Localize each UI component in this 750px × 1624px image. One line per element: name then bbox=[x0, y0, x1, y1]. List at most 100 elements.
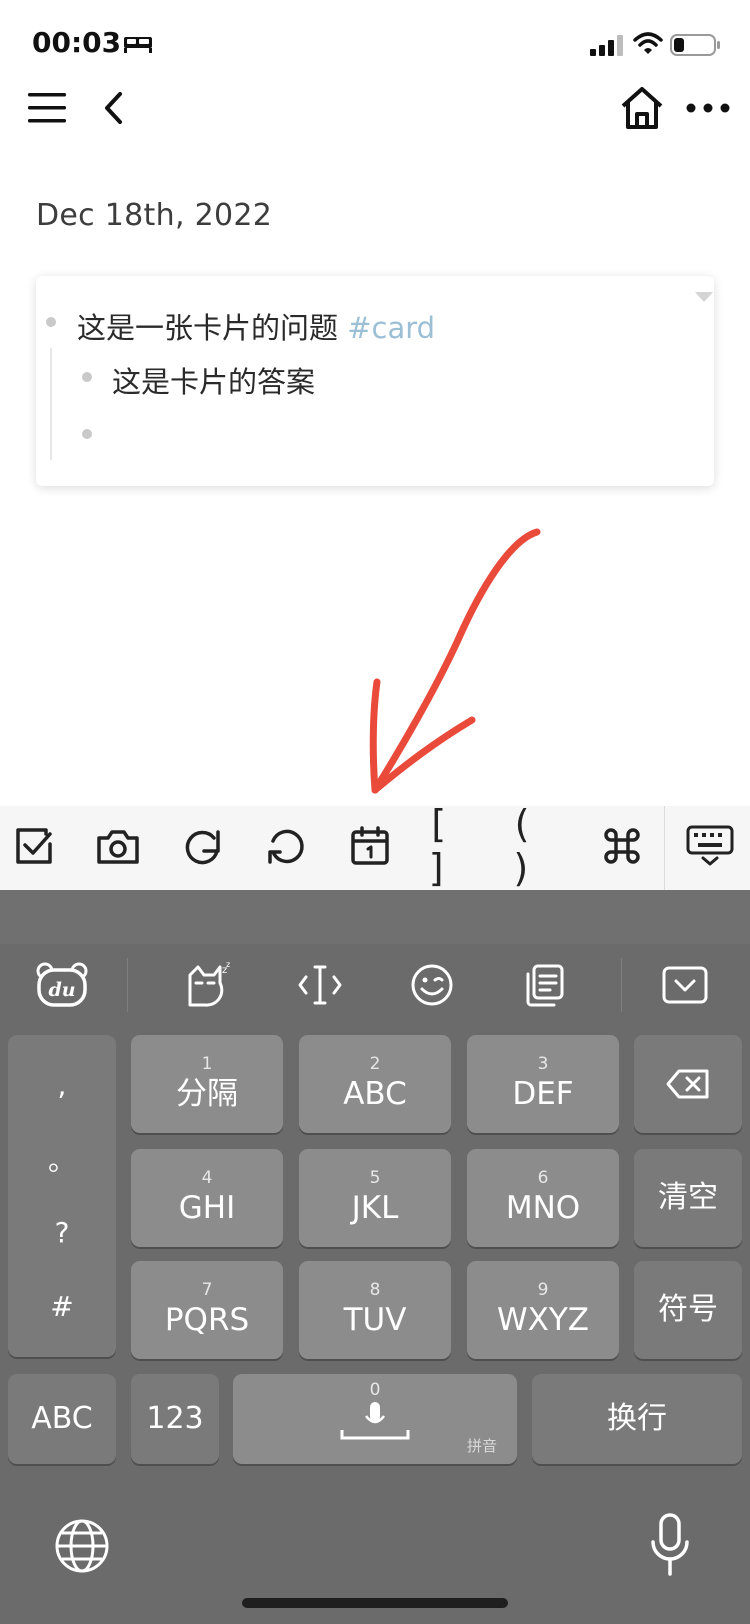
battery-icon bbox=[670, 34, 720, 56]
calendar-icon bbox=[351, 826, 389, 865]
key-label: WXYZ bbox=[496, 1302, 590, 1338]
sticker-button[interactable]: z z bbox=[178, 955, 238, 1015]
t9-key-3[interactable]: 3 DEF bbox=[467, 1035, 619, 1133]
command-button[interactable] bbox=[594, 818, 650, 874]
key-number: 1 bbox=[201, 1054, 213, 1074]
key-number: 0 bbox=[369, 1380, 381, 1400]
pinyin-label: 拼音 bbox=[466, 1437, 497, 1455]
t9-key-4[interactable]: 4 GHI bbox=[131, 1149, 283, 1247]
clipboard-button[interactable] bbox=[514, 955, 574, 1015]
hide-keyboard-button[interactable] bbox=[680, 818, 740, 874]
block-reference-button[interactable]: ( ) bbox=[510, 802, 566, 890]
symbols-key-label: 符号 bbox=[658, 1292, 718, 1327]
todo-button[interactable] bbox=[6, 818, 62, 874]
back-button[interactable] bbox=[96, 86, 130, 130]
checkbox-icon bbox=[16, 828, 52, 864]
block-bullet[interactable] bbox=[82, 429, 92, 439]
more-horizontal-icon bbox=[686, 103, 730, 113]
chevron-down-box-icon bbox=[662, 966, 708, 1004]
key-number: 6 bbox=[537, 1168, 549, 1188]
ime-logo-button[interactable]: du bbox=[32, 955, 92, 1015]
chevron-left-icon bbox=[105, 92, 122, 124]
status-time: 00:03 bbox=[32, 26, 122, 59]
camera-icon bbox=[97, 830, 139, 864]
key-label: 分隔 bbox=[176, 1076, 238, 1112]
punct-comma-key[interactable]: , bbox=[58, 1061, 67, 1111]
key-label: JKL bbox=[351, 1190, 399, 1226]
redo-icon bbox=[185, 830, 220, 865]
key-number: 5 bbox=[369, 1168, 381, 1188]
key-number: 3 bbox=[537, 1054, 549, 1074]
clear-key[interactable]: 清空 bbox=[634, 1149, 742, 1247]
dictation-mic-icon[interactable] bbox=[648, 1512, 692, 1578]
clear-key-label: 清空 bbox=[658, 1180, 718, 1215]
tool-separator bbox=[127, 958, 128, 1012]
key-label: ABC bbox=[343, 1076, 407, 1112]
home-indicator[interactable] bbox=[242, 1598, 508, 1608]
emoji-button[interactable] bbox=[402, 955, 462, 1015]
menu-button[interactable] bbox=[26, 88, 70, 128]
card-question-text: 这是一张卡片的问题 bbox=[77, 311, 339, 345]
key-number: 4 bbox=[201, 1168, 213, 1188]
cellular-signal-icon bbox=[590, 35, 623, 56]
more-options-button[interactable] bbox=[685, 96, 731, 120]
svg-text:z: z bbox=[226, 961, 230, 969]
bear-du-icon: du bbox=[36, 962, 88, 1007]
abc-mode-key[interactable]: ABC bbox=[8, 1374, 116, 1464]
number-mode-key[interactable]: 123 bbox=[131, 1374, 219, 1464]
key-number: 2 bbox=[369, 1054, 381, 1074]
microphone-space-icon bbox=[340, 1402, 410, 1440]
key-label: PQRS bbox=[164, 1302, 250, 1338]
punct-period-key[interactable]: 。 bbox=[48, 1134, 76, 1184]
cursor-arrows-icon bbox=[298, 965, 342, 1005]
punctuation-column: , 。 ? # bbox=[8, 1035, 116, 1357]
annotation-arrow bbox=[369, 528, 541, 794]
t9-key-6[interactable]: 6 MNO bbox=[467, 1149, 619, 1247]
command-icon bbox=[604, 828, 640, 864]
card-tag[interactable]: #card bbox=[347, 311, 435, 345]
keyboard-hide-icon bbox=[686, 825, 734, 866]
collapse-caret-icon[interactable] bbox=[694, 290, 714, 304]
backspace-key[interactable] bbox=[634, 1035, 742, 1133]
page-reference-button[interactable]: [ ] bbox=[426, 802, 482, 890]
undo-button[interactable] bbox=[258, 818, 314, 874]
cursor-move-button[interactable] bbox=[290, 955, 350, 1015]
t9-key-1[interactable]: 1 分隔 bbox=[131, 1035, 283, 1133]
t9-key-9[interactable]: 9 WXYZ bbox=[467, 1261, 619, 1359]
keyboard-tool-row bbox=[0, 944, 750, 1026]
child-thread-line bbox=[50, 348, 52, 460]
tool-separator bbox=[621, 958, 622, 1012]
card-question[interactable]: 这是一张卡片的问题 #card bbox=[77, 305, 435, 347]
symbols-key[interactable]: 符号 bbox=[634, 1261, 742, 1359]
home-button[interactable] bbox=[618, 84, 666, 132]
block-bullet[interactable] bbox=[46, 317, 56, 327]
camera-button[interactable] bbox=[90, 818, 146, 874]
sleepy-cat-icon: z z bbox=[188, 961, 230, 1007]
key-number: 9 bbox=[537, 1280, 549, 1300]
punct-hash-key[interactable]: # bbox=[50, 1281, 73, 1331]
date-picker-button[interactable] bbox=[342, 818, 398, 874]
t9-key-5[interactable]: 5 JKL bbox=[299, 1149, 451, 1247]
space-key[interactable]: 0 拼音 bbox=[233, 1374, 517, 1464]
empty-block-input[interactable] bbox=[112, 410, 672, 450]
clipboard-icon bbox=[526, 964, 564, 1007]
t9-key-8[interactable]: 8 TUV bbox=[299, 1261, 451, 1359]
t9-key-7[interactable]: 7 PQRS bbox=[131, 1261, 283, 1359]
punct-question-key[interactable]: ? bbox=[55, 1208, 70, 1258]
page-title: Dec 18th, 2022 bbox=[36, 198, 273, 233]
sleep-mode-icon bbox=[124, 37, 152, 53]
home-icon bbox=[621, 87, 663, 129]
svg-text:du: du bbox=[48, 979, 75, 1001]
enter-key[interactable]: 换行 bbox=[532, 1374, 742, 1464]
card-answer[interactable]: 这是卡片的答案 bbox=[112, 359, 315, 401]
redo-button[interactable] bbox=[174, 818, 230, 874]
collapse-keyboard-button[interactable] bbox=[655, 955, 715, 1015]
globe-icon[interactable] bbox=[54, 1518, 110, 1574]
wink-emoji-icon bbox=[411, 964, 453, 1006]
key-label: MNO bbox=[505, 1190, 581, 1226]
key-number: 7 bbox=[201, 1280, 213, 1300]
hamburger-icon bbox=[28, 93, 66, 123]
t9-key-2[interactable]: 2 ABC bbox=[299, 1035, 451, 1133]
block-bullet[interactable] bbox=[82, 372, 92, 382]
toolbar-divider bbox=[664, 806, 665, 890]
